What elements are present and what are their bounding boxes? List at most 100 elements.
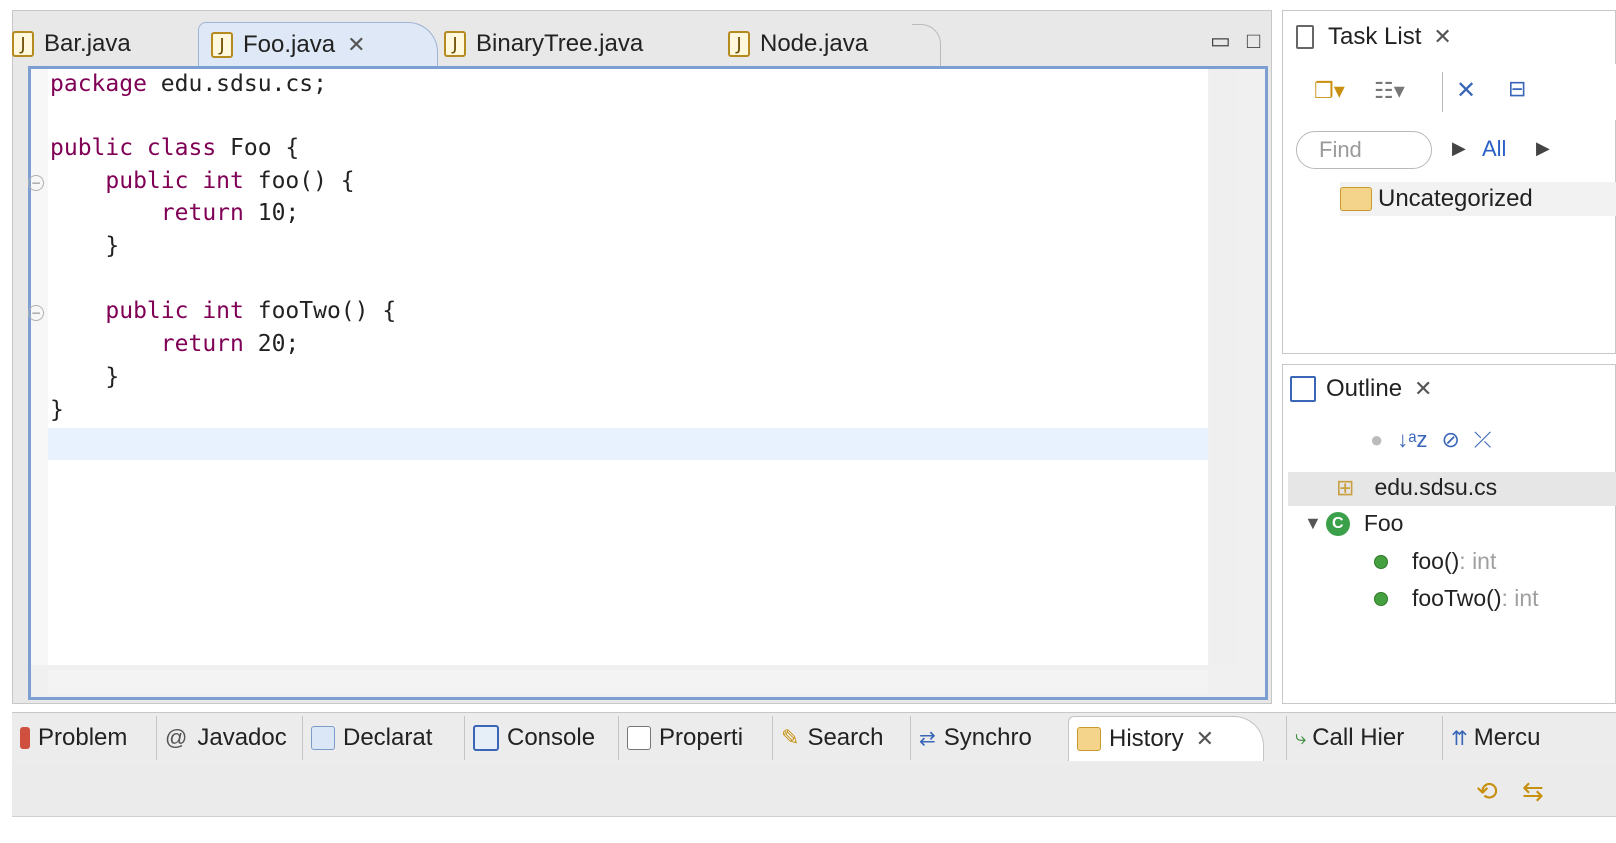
expand-triangle-icon[interactable]: ▼ bbox=[1304, 513, 1322, 534]
outline-package[interactable]: ⊞ edu.sdsu.cs bbox=[1336, 474, 1497, 501]
tab-label: Declarat bbox=[343, 724, 433, 751]
arrow-right-icon[interactable]: ▶ bbox=[1536, 138, 1550, 159]
hide-fields-icon[interactable]: ● bbox=[1370, 427, 1383, 453]
method-name: fooTwo() bbox=[1412, 585, 1502, 611]
tab-node-java[interactable]: J Node.java bbox=[728, 22, 938, 66]
tab-problems[interactable]: Problem bbox=[12, 716, 127, 760]
hide-static-icon[interactable]: ⊘ bbox=[1441, 427, 1459, 453]
categorize-icon[interactable]: ☷▾ bbox=[1374, 78, 1405, 104]
tab-label: Properti bbox=[659, 724, 744, 751]
tab-foo-java[interactable]: J Foo.java ✕ bbox=[198, 22, 438, 66]
find-input[interactable]: Find bbox=[1296, 131, 1432, 169]
method-name: foo() bbox=[1412, 548, 1460, 574]
tab-properties[interactable]: Properti bbox=[618, 716, 743, 760]
code-line: } bbox=[50, 394, 64, 426]
tab-label: Bar.java bbox=[44, 30, 131, 57]
history-icon bbox=[1077, 727, 1101, 751]
tab-synchronize[interactable]: ⇄ Synchro bbox=[910, 716, 1032, 760]
close-icon[interactable]: ✕ bbox=[1414, 376, 1432, 402]
tab-label: Foo.java bbox=[243, 30, 336, 58]
hide-nonpublic-icon[interactable]: ⤫ bbox=[1474, 427, 1492, 453]
arrow-right-icon[interactable]: ▶ bbox=[1452, 138, 1466, 159]
task-list-title: Task List bbox=[1328, 23, 1422, 50]
tab-declaration[interactable]: Declarat bbox=[302, 716, 432, 760]
code-line: public class Foo { bbox=[50, 132, 299, 164]
toolbar-divider bbox=[1442, 72, 1443, 112]
code-text: } bbox=[50, 233, 120, 259]
outline-title: Outline bbox=[1326, 375, 1403, 402]
tab-label: BinaryTree.java bbox=[476, 30, 644, 57]
code-text: fooTwo() { bbox=[243, 298, 397, 324]
package-icon: ⊞ bbox=[1336, 474, 1355, 500]
mercurial-icon: ⇈ bbox=[1451, 727, 1468, 750]
tab-search[interactable]: ✎ Search bbox=[772, 716, 883, 760]
outline-icon bbox=[1290, 376, 1316, 402]
tab-bar-java[interactable]: J Bar.java bbox=[12, 22, 192, 66]
code-line: return 20; bbox=[50, 328, 300, 360]
outline-method[interactable]: fooTwo() : int bbox=[1374, 585, 1539, 612]
fold-toggle-icon[interactable]: − bbox=[28, 305, 44, 321]
code-line: } bbox=[50, 361, 119, 393]
close-icon[interactable]: ✕ bbox=[1196, 726, 1214, 752]
java-file-icon: J bbox=[211, 31, 233, 58]
sort-alpha-icon[interactable]: ↓ᵃz bbox=[1397, 427, 1427, 453]
code-keyword: public int bbox=[50, 298, 244, 324]
package-label: edu.sdsu.cs bbox=[1374, 474, 1498, 500]
minimize-icon[interactable]: ▭ bbox=[1210, 28, 1231, 53]
filter-completed-icon[interactable]: ✕ bbox=[1456, 76, 1476, 105]
task-list-toolbar: ❐▾ ☷▾ ✕ ⊟ bbox=[1286, 64, 1616, 120]
call-hierarchy-icon: ⤷ bbox=[1295, 726, 1307, 749]
tab-mercurial[interactable]: ⇈ Mercu bbox=[1442, 716, 1540, 760]
class-label: Foo bbox=[1363, 510, 1404, 536]
tab-task-list[interactable]: Task List ✕ bbox=[1286, 12, 1516, 62]
java-file-icon: J bbox=[12, 31, 34, 57]
code-text: 10; bbox=[243, 200, 300, 226]
code-line: package edu.sdsu.cs; bbox=[50, 68, 327, 100]
outline-class-foo[interactable]: ▼ C Foo bbox=[1304, 510, 1403, 537]
category-uncategorized[interactable]: Uncategorized bbox=[1340, 182, 1616, 216]
tab-label: Problem bbox=[38, 724, 128, 751]
collapse-all-icon[interactable]: ⊟ bbox=[1508, 76, 1526, 102]
code-text: edu.sdsu.cs; bbox=[146, 71, 327, 97]
code-text: foo() { bbox=[243, 168, 355, 194]
code-keyword: public class bbox=[50, 135, 217, 161]
tab-label: Synchro bbox=[943, 724, 1032, 751]
outline-method[interactable]: foo() : int bbox=[1374, 548, 1496, 575]
tab-outline[interactable]: Outline ✕ bbox=[1290, 368, 1432, 410]
window-controls: ▭ □ bbox=[1210, 28, 1260, 54]
bottom-panel-body bbox=[12, 764, 1616, 817]
fold-toggle-icon[interactable]: − bbox=[28, 175, 44, 191]
current-line-highlight bbox=[48, 428, 1208, 460]
link-with-editor-icon[interactable]: ⟲ bbox=[1476, 776, 1498, 807]
new-task-icon[interactable]: ❐▾ bbox=[1314, 78, 1345, 104]
tab-call-hierarchy[interactable]: ⤷ Call Hier bbox=[1286, 716, 1404, 760]
code-line: return 10; bbox=[50, 197, 300, 229]
code-keyword: return bbox=[50, 331, 244, 357]
code-line: public int foo() { bbox=[50, 165, 355, 197]
tab-binarytree-java[interactable]: J BinaryTree.java bbox=[444, 22, 714, 66]
tab-javadoc[interactable]: @ Javadoc bbox=[156, 716, 287, 760]
close-icon[interactable]: ✕ bbox=[1433, 24, 1451, 50]
editor-ruler bbox=[31, 69, 48, 665]
tab-label: Console bbox=[507, 724, 596, 751]
maximize-icon[interactable]: □ bbox=[1247, 28, 1260, 53]
all-filter-link[interactable]: All bbox=[1482, 136, 1506, 162]
javadoc-icon: @ bbox=[165, 725, 188, 750]
code-line: public int fooTwo() { bbox=[50, 295, 396, 327]
tab-console[interactable]: Console bbox=[464, 716, 595, 760]
java-file-icon: J bbox=[444, 31, 466, 57]
editor-tab-bar: J Bar.java J Foo.java ✕ J BinaryTree.jav… bbox=[12, 10, 1272, 67]
method-type: : int bbox=[1501, 585, 1539, 611]
horizontal-scrollbar[interactable] bbox=[48, 670, 1208, 694]
code-text: 20; bbox=[243, 331, 300, 357]
tab-label: History bbox=[1109, 725, 1184, 752]
close-icon[interactable]: ✕ bbox=[347, 32, 365, 58]
vertical-scrollbar[interactable] bbox=[1210, 69, 1238, 665]
problems-icon bbox=[20, 727, 30, 749]
tab-history[interactable]: History ✕ bbox=[1068, 716, 1264, 761]
compare-icon[interactable]: ⇆ bbox=[1522, 776, 1544, 807]
code-text: } bbox=[50, 397, 64, 423]
public-method-icon bbox=[1374, 554, 1388, 569]
method-type: : int bbox=[1459, 548, 1497, 574]
code-text: } bbox=[50, 364, 120, 390]
